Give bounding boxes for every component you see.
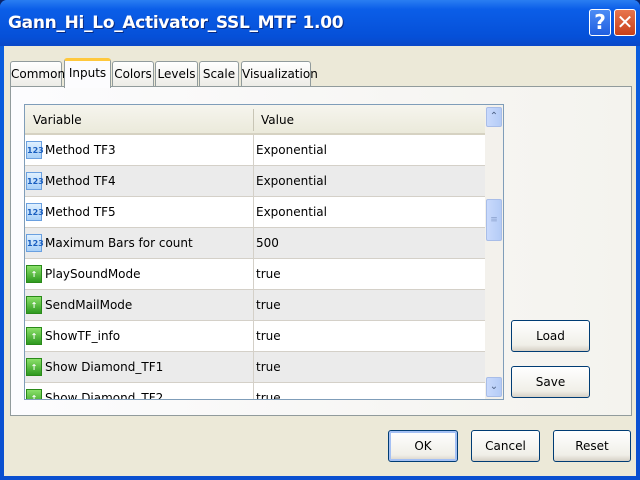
ok-button[interactable]: OK: [388, 430, 458, 462]
table-row[interactable]: ↑ Show Diamond_TF1 true: [25, 352, 485, 383]
variable-value[interactable]: true: [256, 298, 281, 312]
window-title: Gann_Hi_Lo_Activator_SSL_MTF 1.00: [8, 13, 344, 33]
tab-levels[interactable]: Levels: [155, 61, 198, 87]
dialog-window: Gann_Hi_Lo_Activator_SSL_MTF 1.00 ? ✕ Co…: [0, 0, 640, 480]
variable-name: Method TF5: [45, 205, 116, 219]
variable-value[interactable]: 500: [256, 236, 279, 250]
scroll-up-button[interactable]: ⌃: [486, 107, 502, 127]
variable-value[interactable]: true: [256, 391, 281, 399]
boolean-icon: ↑: [26, 265, 42, 283]
variable-value[interactable]: Exponential: [256, 174, 327, 188]
tab-colors[interactable]: Colors: [112, 61, 154, 87]
column-divider: [253, 383, 254, 399]
column-divider: [253, 197, 254, 228]
boolean-icon: ↑: [26, 389, 42, 399]
variable-name: Show Diamond_TF1: [45, 360, 164, 374]
number-icon: 123: [26, 141, 44, 159]
scroll-thumb[interactable]: ≡: [486, 199, 502, 241]
table-row[interactable]: 123 Method TF3 Exponential: [25, 135, 485, 166]
boolean-icon: ↑: [26, 296, 42, 314]
header-divider[interactable]: [253, 109, 254, 131]
variable-value[interactable]: true: [256, 360, 281, 374]
column-divider: [253, 228, 254, 259]
tab-visualization[interactable]: Visualization: [241, 61, 318, 87]
title-bar[interactable]: Gann_Hi_Lo_Activator_SSL_MTF 1.00 ? ✕: [0, 0, 640, 46]
tab-scale[interactable]: Scale: [199, 61, 239, 87]
vertical-scrollbar[interactable]: ⌃ ≡ ⌄: [485, 105, 503, 399]
cancel-button[interactable]: Cancel: [471, 430, 540, 462]
variable-name: Method TF3: [45, 143, 116, 157]
table-row[interactable]: ↑ ShowTF_info true: [25, 321, 485, 352]
reset-button[interactable]: Reset: [553, 430, 631, 462]
table-row[interactable]: ↑ SendMailMode true: [25, 290, 485, 321]
table-row[interactable]: ↑ PlaySoundMode true: [25, 259, 485, 290]
load-button[interactable]: Load: [511, 320, 590, 352]
inputs-panel: Variable Value 123 Method TF3 Exponential 1…: [10, 86, 632, 416]
variable-name: Maximum Bars for count: [45, 236, 193, 250]
column-divider: [253, 259, 254, 290]
variable-name: ShowTF_info: [45, 329, 121, 343]
tab-common[interactable]: Common: [10, 61, 65, 87]
boolean-icon: ↑: [26, 327, 42, 345]
column-divider: [253, 135, 254, 166]
table-row[interactable]: 123 Method TF4 Exponential: [25, 166, 485, 197]
number-icon: 123: [26, 172, 44, 190]
variable-value[interactable]: Exponential: [256, 205, 327, 219]
header-value[interactable]: Value: [261, 113, 294, 127]
boolean-icon: ↑: [26, 358, 42, 376]
close-button[interactable]: ✕: [614, 9, 636, 36]
table-row[interactable]: 123 Maximum Bars for count 500: [25, 228, 485, 259]
variable-name: SendMailMode: [45, 298, 133, 312]
scroll-down-button[interactable]: ⌄: [486, 377, 502, 397]
number-icon: 123: [26, 234, 44, 252]
variable-name: PlaySoundMode: [45, 267, 141, 281]
header-variable[interactable]: Variable: [33, 113, 82, 127]
tab-inputs[interactable]: Inputs: [64, 58, 111, 88]
variable-name: Show Diamond_TF2: [45, 391, 164, 400]
table-row[interactable]: 123 Method TF5 Exponential: [25, 197, 485, 228]
variable-value[interactable]: Exponential: [256, 143, 327, 157]
help-button[interactable]: ?: [589, 9, 611, 36]
inputs-grid: Variable Value 123 Method TF3 Exponential 1…: [24, 104, 504, 400]
column-divider: [253, 290, 254, 321]
column-divider: [253, 321, 254, 352]
variable-value[interactable]: true: [256, 267, 281, 281]
column-divider: [253, 352, 254, 383]
save-button[interactable]: Save: [511, 366, 590, 398]
variable-value[interactable]: true: [256, 329, 281, 343]
number-icon: 123: [26, 203, 44, 221]
grid-header: Variable Value: [25, 105, 485, 135]
table-row[interactable]: ↑ Show Diamond_TF2 true: [25, 383, 485, 400]
variable-name: Method TF4: [45, 174, 116, 188]
column-divider: [253, 166, 254, 197]
dialog-body: Common Inputs Colors Levels Scale Visual…: [4, 46, 636, 476]
